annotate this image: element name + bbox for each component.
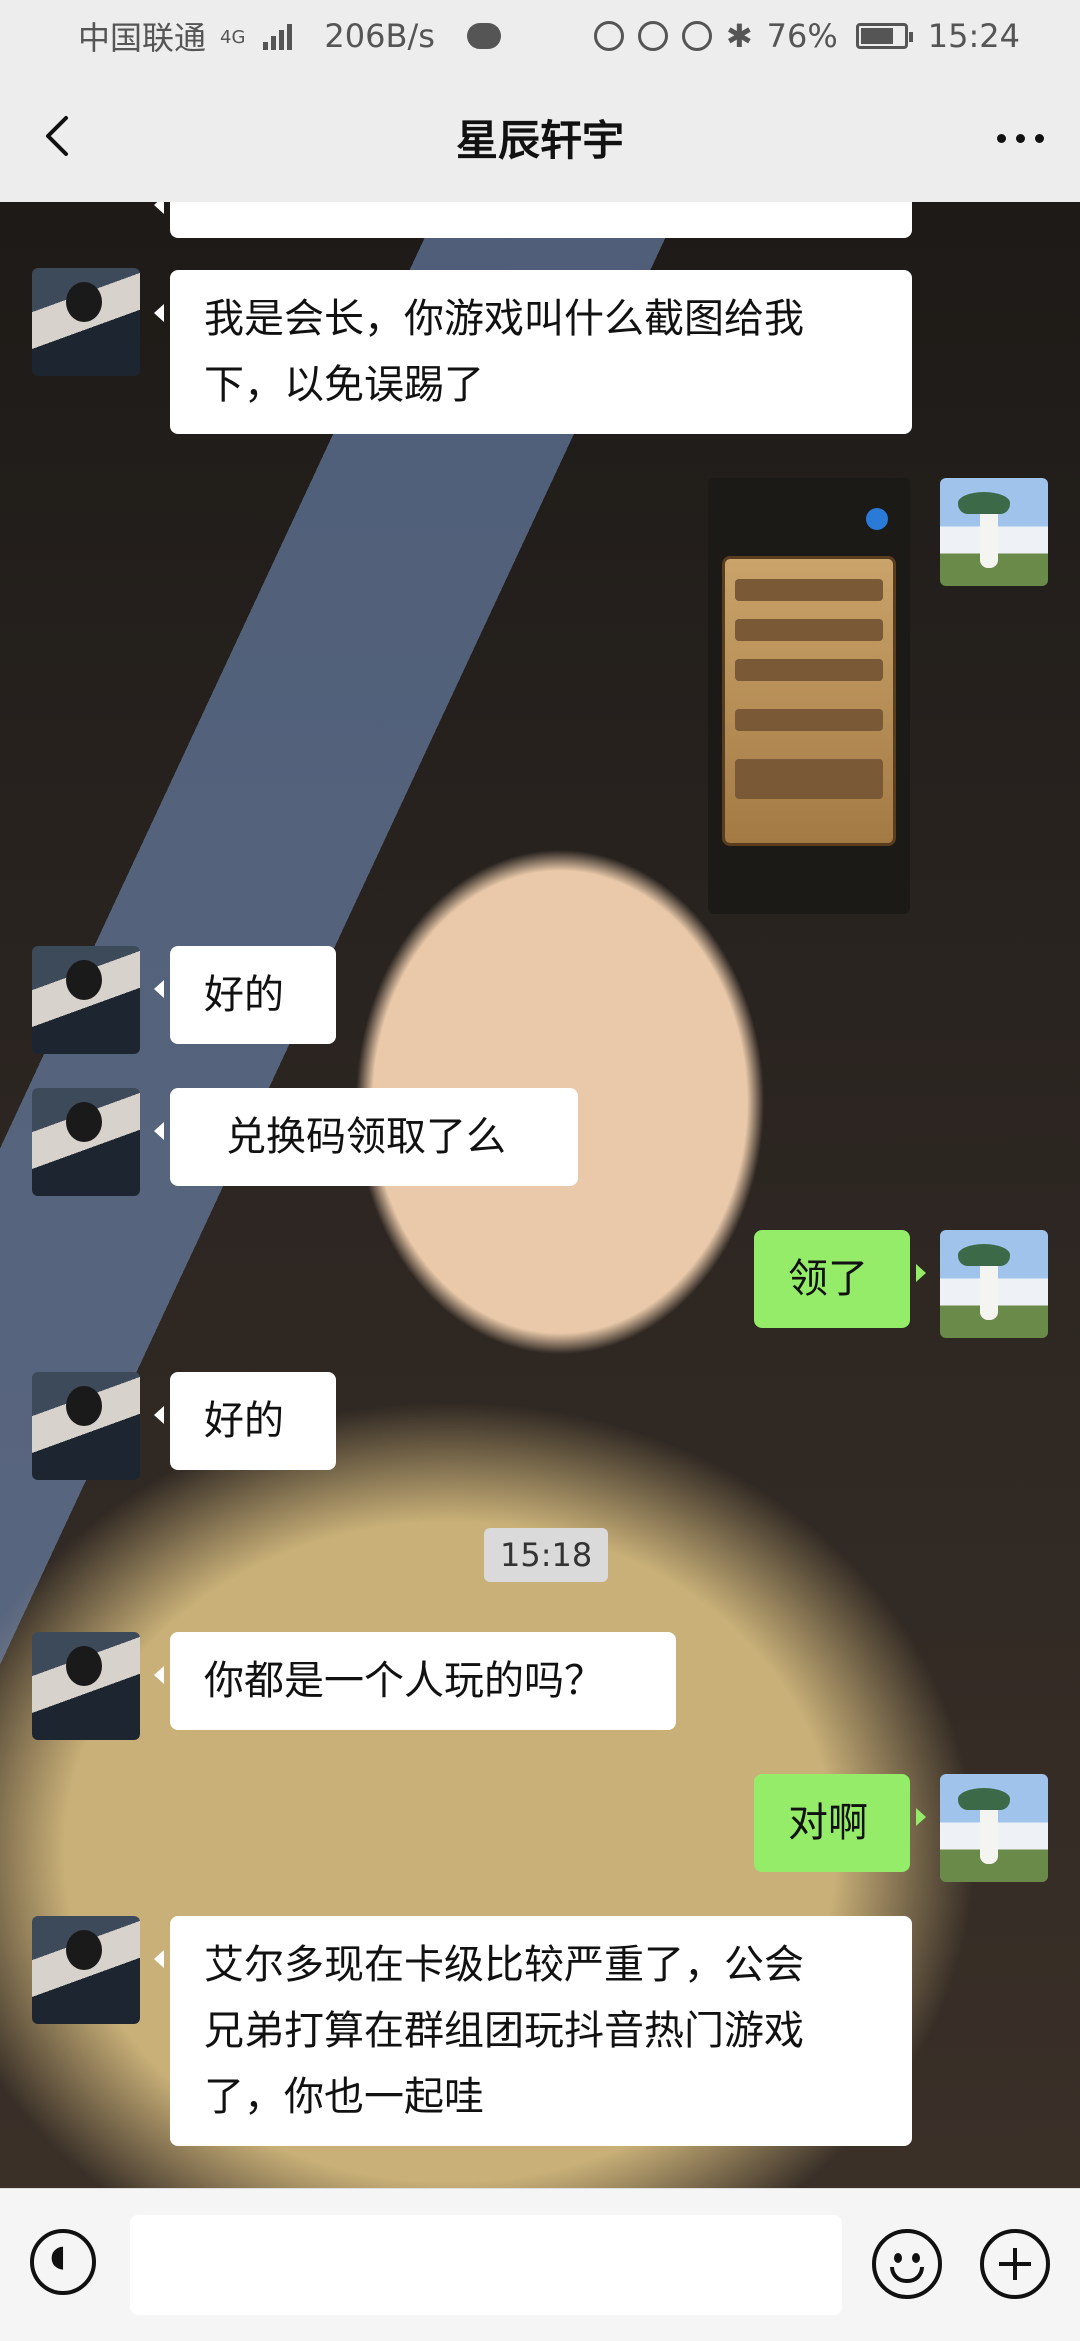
chat-header: 星辰轩宇 [0, 72, 1080, 202]
message-bubble-incoming[interactable]: 好的 [154, 1372, 336, 1470]
time-divider: 15:18 [484, 1528, 609, 1582]
carrier-label: 中国联通 [78, 19, 207, 57]
message-bubble-outgoing[interactable]: 领了 [754, 1230, 926, 1328]
network-label: 4G [220, 27, 246, 48]
badge-icon [866, 508, 888, 530]
game-panel-thumbnail [722, 556, 896, 846]
message-bubble-incoming[interactable]: 我是会长，你游戏叫什么截图给我 下，以免误踢了 [154, 270, 912, 434]
contact-avatar[interactable] [32, 268, 140, 376]
bluetooth-icon: ✱ [725, 17, 753, 55]
message-text: 领了 [788, 1256, 868, 1302]
message-bubble-incoming[interactable]: 你都是一个人玩的吗？ [154, 1632, 676, 1730]
battery-icon [855, 23, 913, 49]
battery-percent: 76% [766, 17, 838, 55]
my-avatar[interactable] [940, 1230, 1048, 1338]
message-text: 我是会长，你游戏叫什么截图给我 [204, 296, 804, 342]
hd-call-icon [593, 21, 624, 51]
status-bar: 中国联通 4G 206B/s ✱ 76% 15:24 [0, 0, 1080, 72]
message-bubble-incoming[interactable]: 好的 [154, 946, 336, 1044]
contact-avatar[interactable] [32, 1372, 140, 1480]
message-text: 你都是一个人玩的吗？ [204, 1658, 604, 1704]
contact-avatar[interactable] [32, 946, 140, 1054]
message-input[interactable] [130, 2215, 842, 2315]
message-text: 好的 [204, 972, 284, 1018]
emoji-icon[interactable] [872, 2229, 942, 2299]
signal-icon [263, 22, 293, 50]
message-notification-icon [466, 23, 501, 49]
plus-icon[interactable] [980, 2229, 1050, 2299]
eye-icon [637, 21, 668, 51]
my-avatar[interactable] [940, 1774, 1048, 1882]
message-bubble-incoming[interactable]: 艾尔多现在卡级比较严重了，公会 兄弟打算在群组团玩抖音热门游戏 了，你也一起哇 [154, 1916, 912, 2146]
message-bubble-outgoing[interactable]: 对啊 [754, 1774, 926, 1872]
message-text: 下，以免误踢了 [204, 362, 484, 408]
message-text: 兄弟打算在群组团玩抖音热门游戏 [204, 2008, 804, 2054]
message-text: 对啊 [788, 1800, 868, 1846]
message-text: 兑换码领取了么 [226, 1114, 506, 1160]
chat-area[interactable]: 我是会长，你游戏叫什么截图给我 下，以免误踢了 好的 兑换码领取了么 领了 好的… [0, 202, 1080, 2188]
message-text: 了，你也一起哇 [204, 2074, 484, 2120]
message-bubble-partial[interactable] [154, 202, 912, 238]
contact-avatar[interactable] [32, 1916, 140, 2024]
message-bubble-incoming[interactable]: 兑换码领取了么 [154, 1088, 578, 1186]
voice-icon[interactable] [30, 2229, 96, 2295]
contact-avatar[interactable] [32, 1088, 140, 1196]
message-text: 好的 [204, 1398, 284, 1444]
clock-time: 15:24 [927, 17, 1020, 55]
more-dots-icon[interactable] [997, 134, 1044, 143]
my-avatar[interactable] [940, 478, 1048, 586]
input-bar [0, 2188, 1080, 2341]
message-text: 艾尔多现在卡级比较严重了，公会 [204, 1942, 804, 1988]
alarm-icon [681, 21, 712, 51]
chevron-left-icon[interactable] [36, 112, 84, 160]
chat-title: 星辰轩宇 [455, 115, 624, 165]
contact-avatar[interactable] [32, 1632, 140, 1740]
network-speed: 206B/s [324, 17, 435, 55]
image-message-game-screenshot[interactable] [708, 478, 910, 914]
